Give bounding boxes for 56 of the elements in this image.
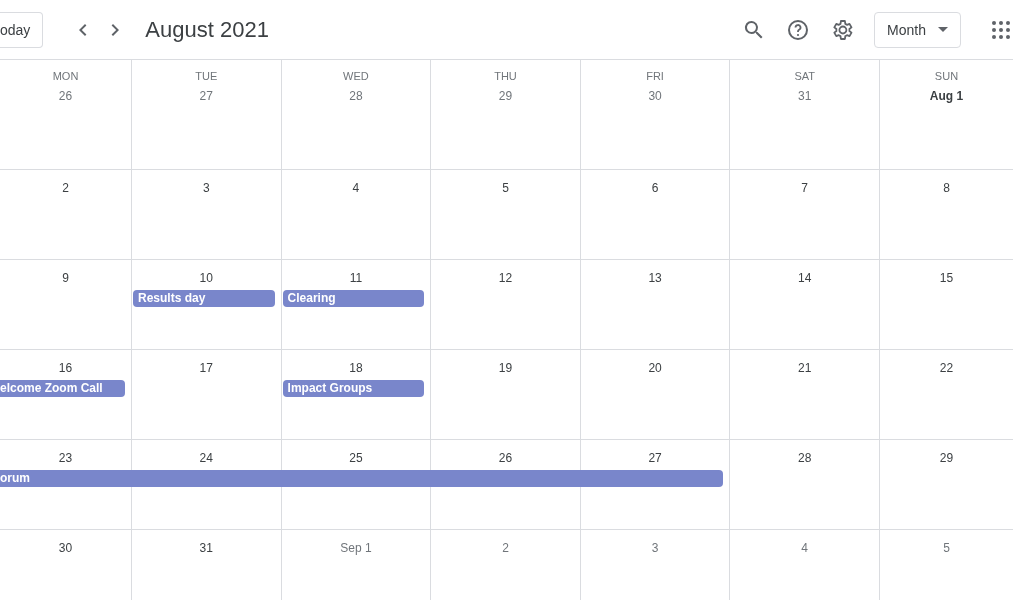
weekday-label: MON [52,69,79,83]
date-number[interactable]: 25 [349,448,363,468]
date-number[interactable]: 31 [798,86,812,106]
date-number[interactable]: 31 [199,538,213,558]
date-number[interactable]: 5 [502,178,509,198]
date-number[interactable]: 8 [943,178,950,198]
date-number[interactable]: 3 [651,538,659,558]
date-number[interactable]: 15 [939,268,954,288]
date-number[interactable]: 30 [648,86,662,106]
date-number[interactable]: 7 [801,178,808,198]
date-number[interactable]: 16 [58,358,73,378]
help-icon[interactable] [786,17,811,42]
date-number[interactable]: 30 [58,538,73,558]
date-number[interactable]: 26 [498,448,513,468]
date-number[interactable]: 5 [943,538,950,558]
date-number[interactable]: 21 [798,358,812,378]
date-number[interactable]: 29 [939,448,954,468]
date-number[interactable]: 19 [498,358,513,378]
date-number[interactable]: 2 [62,178,69,198]
date-number[interactable]: Aug 1 [929,86,964,106]
date-number[interactable]: 11 [349,268,363,288]
date-number[interactable]: 27 [199,86,213,106]
date-number[interactable]: 10 [199,268,213,288]
apps-icon[interactable] [991,19,1011,40]
date-number[interactable]: 29 [498,86,513,106]
weekday-label: SAT [794,69,815,83]
weekday-label: TUE [195,69,218,83]
date-number[interactable]: 28 [349,86,363,106]
weekday-label: SUN [934,69,959,83]
date-number[interactable]: 14 [798,268,812,288]
date-number[interactable]: 13 [648,268,662,288]
settings-icon[interactable] [830,17,855,42]
date-number[interactable]: 22 [939,358,954,378]
view-select[interactable]: Month [874,11,961,48]
date-number[interactable]: 17 [199,358,213,378]
date-number[interactable]: 18 [349,358,363,378]
date-number[interactable]: 20 [648,358,662,378]
caret-icon [938,27,948,32]
date-number[interactable]: 4 [352,178,360,198]
date-number[interactable]: 2 [502,538,509,558]
month-title: August 2021 [145,16,269,43]
date-number[interactable]: Sep 1 [340,538,372,558]
date-number[interactable]: 23 [58,448,73,468]
date-number[interactable]: 3 [202,178,210,198]
date-number[interactable]: 6 [651,178,659,198]
today-button[interactable]: oday [0,11,44,48]
date-number[interactable]: 26 [58,86,73,106]
date-number[interactable]: 4 [801,538,808,558]
weekday-label: FRI [646,69,664,83]
date-number[interactable]: 27 [648,448,662,468]
date-number[interactable]: 9 [62,268,69,288]
weekday-label: WED [343,69,369,83]
weekday-label: THU [494,69,517,83]
date-number[interactable]: 24 [199,448,213,468]
date-number[interactable]: 28 [798,448,812,468]
date-number[interactable]: 12 [498,268,513,288]
